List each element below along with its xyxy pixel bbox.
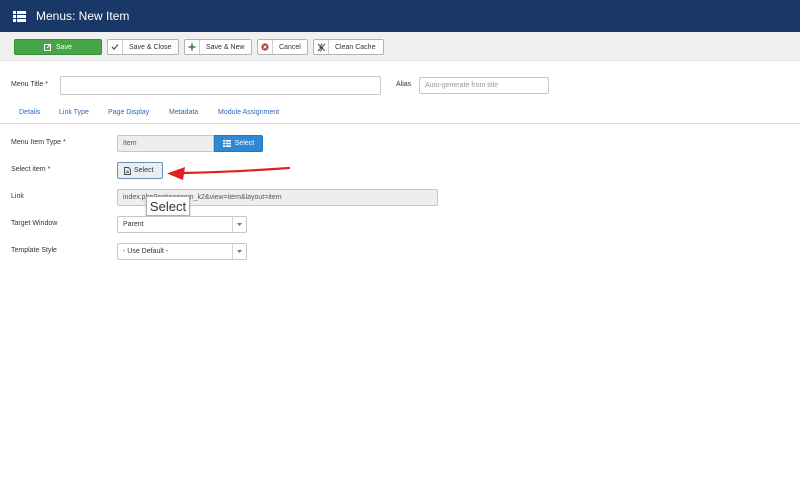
- save-close-button[interactable]: Save & Close: [107, 39, 179, 55]
- tab-bar: Details Link Type Page Display Metadata …: [0, 104, 800, 124]
- menu-item-type-label: Menu Item Type *: [11, 139, 66, 146]
- template-style-select[interactable]: - Use Default -: [117, 243, 247, 260]
- list-icon: [222, 140, 231, 147]
- document-icon: [124, 166, 131, 175]
- tab-link-type[interactable]: Link Type: [59, 109, 89, 116]
- target-window-label: Target Window: [11, 220, 58, 227]
- menu-title-label: Menu Title *: [11, 81, 48, 88]
- cancel-button[interactable]: Cancel: [257, 39, 308, 55]
- tab-metadata[interactable]: Metadata: [169, 109, 198, 116]
- menu-title-input[interactable]: [60, 76, 381, 95]
- cancel-icon: [258, 40, 273, 54]
- menu-item-type-field: Item: [117, 135, 214, 152]
- tab-details[interactable]: Details: [19, 109, 40, 116]
- plus-icon: [185, 40, 200, 54]
- save-new-button[interactable]: Save & New: [184, 39, 252, 55]
- app-header: Menus: New Item: [0, 0, 800, 32]
- tab-page-display[interactable]: Page Display: [108, 109, 149, 116]
- check-icon: [108, 40, 123, 54]
- lightning-icon: [314, 40, 329, 54]
- chevron-down-icon: [232, 217, 246, 232]
- link-label: Link: [11, 193, 24, 200]
- select-tooltip: Select: [146, 196, 190, 216]
- chevron-down-icon: [232, 244, 246, 259]
- menu-item-type-select-button[interactable]: Select: [214, 135, 263, 152]
- save-button[interactable]: Save: [14, 39, 102, 55]
- alias-input[interactable]: Auto-generate from title: [419, 77, 549, 94]
- toolbar: Save Save & Close Save & New Cancel Clea…: [0, 32, 800, 61]
- edit-icon: [44, 40, 52, 54]
- tab-module-assignment[interactable]: Module Assignment: [218, 109, 279, 116]
- template-style-label: Template Style: [11, 247, 57, 254]
- annotation-arrow: [167, 166, 291, 180]
- select-item-label: Select item *: [11, 166, 51, 173]
- page-title: Menus: New Item: [36, 9, 130, 23]
- alias-label: Alias: [396, 81, 412, 88]
- select-item-button[interactable]: Select: [117, 162, 163, 179]
- list-icon: [13, 10, 26, 22]
- target-window-select[interactable]: Parent: [117, 216, 247, 233]
- clean-cache-button[interactable]: Clean Cache: [313, 39, 384, 55]
